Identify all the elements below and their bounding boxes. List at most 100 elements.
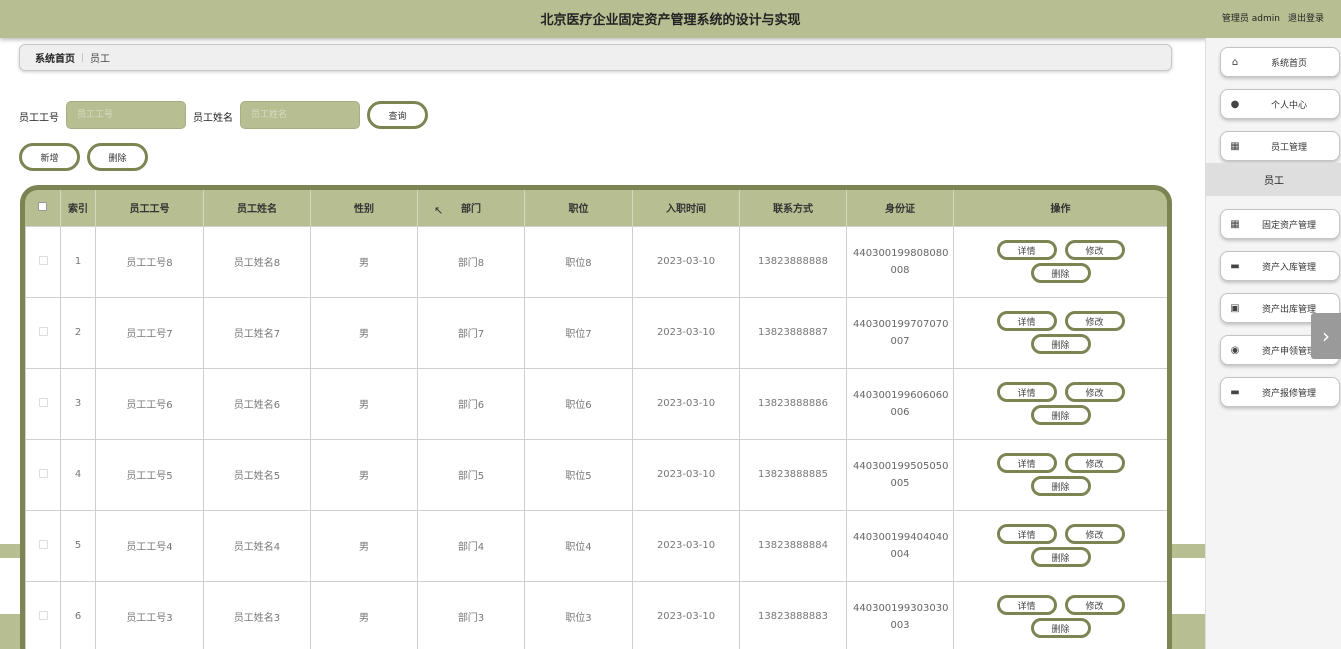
grid-icon: ▦ bbox=[1230, 140, 1240, 152]
query-button[interactable]: 查询 bbox=[367, 101, 428, 129]
cell-position: 职位8 bbox=[524, 225, 633, 298]
sidebar-item-fixed-assets[interactable]: ▦ 固定资产管理 bbox=[1220, 209, 1340, 239]
sidebar-item-asset-inbound[interactable]: ▬ 资产入库管理 bbox=[1220, 251, 1340, 281]
row-checkbox[interactable] bbox=[38, 397, 48, 407]
row-checkbox[interactable] bbox=[38, 539, 48, 549]
cell-dept: 部门5 bbox=[417, 438, 525, 511]
cell-join-date: 2023-03-10 bbox=[632, 580, 740, 649]
id-card-line: 440300199404040 bbox=[853, 531, 949, 543]
cell-id-card: 440300199707070 007 bbox=[846, 296, 954, 369]
id-card-line: 005 bbox=[890, 477, 910, 489]
sidebar-item-label: 资产报修管理 bbox=[1261, 388, 1316, 399]
sidebar-item-home[interactable]: ⌂ 系统首页 bbox=[1220, 47, 1340, 77]
emp-name-input[interactable] bbox=[240, 101, 360, 129]
cell-emp-name: 员工姓名5 bbox=[203, 438, 311, 511]
row-checkbox[interactable] bbox=[38, 326, 48, 336]
select-all-checkbox[interactable] bbox=[38, 201, 48, 211]
sidebar-item-label: 个人中心 bbox=[1270, 100, 1307, 111]
id-card-line: 440300199707070 bbox=[853, 318, 949, 330]
cell-gender: 男 bbox=[310, 509, 418, 582]
cell-position: 职位7 bbox=[524, 296, 633, 369]
detail-button[interactable]: 详情 bbox=[996, 311, 1057, 331]
table-row: 3 员工工号6 员工姓名6 男部门6 职位6 2023-03-10 13823888886 4… bbox=[25, 367, 1167, 440]
mouse-cursor-icon: ↖ bbox=[434, 204, 444, 217]
edit-button[interactable]: 修改 bbox=[1064, 240, 1125, 260]
cell-id-card: 440300199303030 003 bbox=[846, 580, 954, 649]
id-card-line: 008 bbox=[890, 264, 910, 276]
delete-button[interactable]: 删除 bbox=[1030, 476, 1091, 496]
cell-dept: 部门4 bbox=[417, 509, 525, 582]
column-header: 员工工号 bbox=[95, 190, 204, 226]
edit-button[interactable]: 修改 bbox=[1064, 382, 1125, 402]
edit-button[interactable]: 修改 bbox=[1064, 453, 1125, 473]
id-card-line: 003 bbox=[890, 619, 910, 631]
cell-phone: 13823888887 bbox=[739, 296, 847, 369]
id-card-line: 006 bbox=[890, 406, 910, 418]
cell-phone: 13823888883 bbox=[739, 580, 847, 649]
sidebar-subitem-employee[interactable]: 员工 bbox=[1206, 163, 1341, 196]
column-header: 操作 bbox=[953, 190, 1167, 226]
row-checkbox[interactable] bbox=[38, 610, 48, 620]
detail-button[interactable]: 详情 bbox=[996, 524, 1057, 544]
column-header: 索引 bbox=[60, 190, 96, 226]
cell-index: 1 bbox=[60, 225, 96, 298]
cell-gender: 男 bbox=[310, 367, 418, 440]
location-icon: ◉ bbox=[1230, 344, 1240, 356]
detail-button[interactable]: 详情 bbox=[996, 382, 1057, 402]
sidebar-item-label: 固定资产管理 bbox=[1261, 220, 1316, 231]
edit-button[interactable]: 修改 bbox=[1064, 311, 1125, 331]
cell-id-card: 440300199505050 005 bbox=[846, 438, 954, 511]
sidebar-item-asset-repair[interactable]: ▬ 资产报修管理 bbox=[1220, 377, 1340, 407]
delete-button[interactable]: 删除 bbox=[1030, 263, 1091, 283]
id-card-line: 440300199303030 bbox=[853, 602, 949, 614]
cell-phone: 13823888886 bbox=[739, 367, 847, 440]
cell-phone: 13823888885 bbox=[739, 438, 847, 511]
row-select-cell bbox=[25, 296, 61, 369]
batch-delete-button[interactable]: 删除 bbox=[87, 143, 148, 171]
delete-button[interactable]: 删除 bbox=[1030, 334, 1091, 354]
cell-index: 5 bbox=[60, 509, 96, 582]
delete-button[interactable]: 删除 bbox=[1030, 547, 1091, 567]
sidebar-item-label: 员工管理 bbox=[1270, 142, 1307, 153]
breadcrumb-home[interactable]: 系统首页 bbox=[35, 50, 75, 65]
column-header: 职位 bbox=[524, 190, 633, 226]
logout-link[interactable]: 退出登录 bbox=[1288, 11, 1324, 24]
cell-dept: 部门3 bbox=[417, 580, 525, 649]
cell-operations: 详情 修改删除 bbox=[953, 225, 1167, 298]
id-card-line: 440300199505050 bbox=[853, 460, 949, 472]
cell-emp-name: 员工姓名8 bbox=[203, 225, 311, 298]
column-header: 性别 bbox=[310, 190, 418, 226]
emp-name-label: 员工姓名 bbox=[193, 113, 233, 124]
detail-button[interactable]: 详情 bbox=[996, 595, 1057, 615]
cell-position: 职位4 bbox=[524, 509, 633, 582]
sidebar-item-employee-management[interactable]: ▦ 员工管理 bbox=[1220, 131, 1340, 161]
cell-position: 职位5 bbox=[524, 438, 633, 511]
edit-button[interactable]: 修改 bbox=[1064, 595, 1125, 615]
cell-emp-no: 员工工号5 bbox=[95, 438, 204, 511]
row-checkbox[interactable] bbox=[38, 468, 48, 478]
cell-dept: 部门6 bbox=[417, 367, 525, 440]
monitor-icon: ▬ bbox=[1230, 386, 1240, 398]
select-all-cell bbox=[25, 190, 61, 226]
column-header: 联系方式 bbox=[739, 190, 847, 226]
id-card-line: 440300199606060 bbox=[853, 389, 949, 401]
edit-button[interactable]: 修改 bbox=[1064, 524, 1125, 544]
row-checkbox[interactable] bbox=[38, 255, 48, 265]
sidebar-item-profile[interactable]: ● 个人中心 bbox=[1220, 89, 1340, 119]
table-row: 5 员工工号4 员工姓名4 男部门4 职位4 2023-03-10 13823888884 4… bbox=[25, 509, 1167, 582]
delete-button[interactable]: 删除 bbox=[1030, 618, 1091, 638]
cell-join-date: 2023-03-10 bbox=[632, 509, 740, 582]
detail-button[interactable]: 详情 bbox=[996, 240, 1057, 260]
chevron-right-icon[interactable]: › bbox=[1311, 313, 1341, 359]
emp-no-input[interactable] bbox=[66, 101, 186, 129]
detail-button[interactable]: 详情 bbox=[996, 453, 1057, 473]
row-select-cell bbox=[25, 225, 61, 298]
cell-operations: 详情 修改删除 bbox=[953, 296, 1167, 369]
delete-button[interactable]: 删除 bbox=[1030, 405, 1091, 425]
table-row: 2 员工工号7 员工姓名7 男部门7 职位7 2023-03-10 13823888887 4… bbox=[25, 296, 1167, 369]
cell-dept: 部门7 bbox=[417, 296, 525, 369]
cell-join-date: 2023-03-10 bbox=[632, 438, 740, 511]
id-card-line: 004 bbox=[890, 548, 910, 560]
add-button[interactable]: 新增 bbox=[19, 143, 80, 171]
table-row: 1 员工工号8 员工姓名8 男部门8 职位8 2023-03-10 13823888888 4… bbox=[25, 225, 1167, 298]
